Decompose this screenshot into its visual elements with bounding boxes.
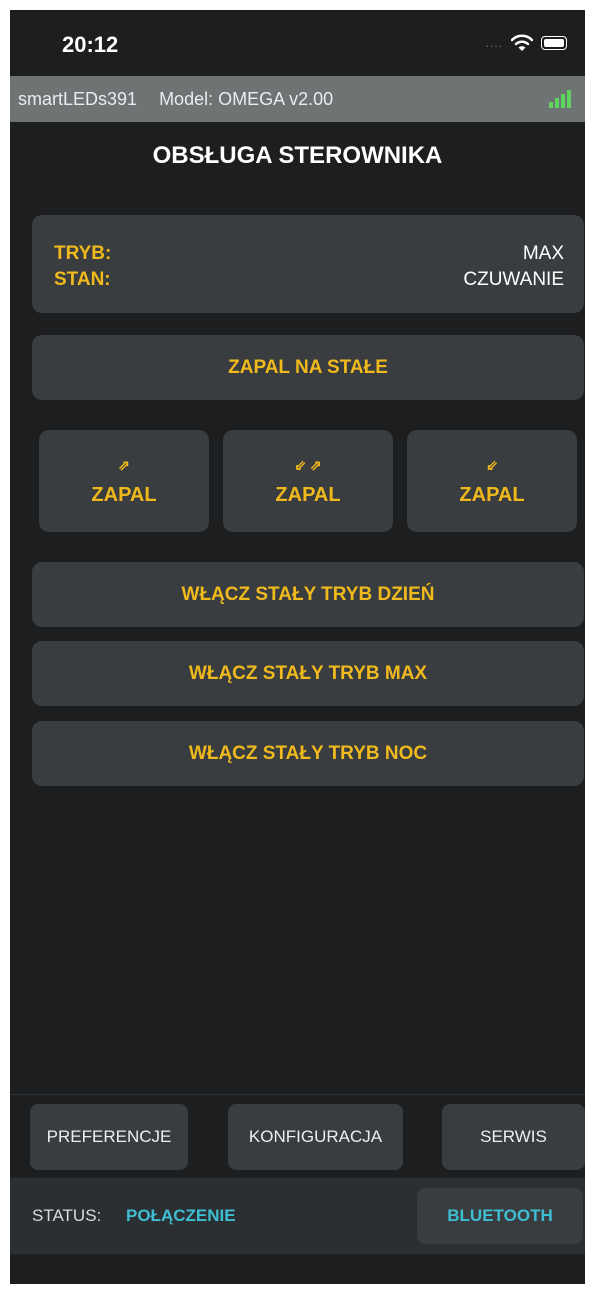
arrow-both-icon: ⇙ ⇗ (294, 456, 322, 473)
tab-konfiguracja[interactable]: KONFIGURACJA (228, 1104, 403, 1170)
status-footer: STATUS: POŁĄCZENIE BLUETOOTH (10, 1178, 585, 1254)
tryb-row: TRYB: MAX (54, 243, 564, 265)
tab-serwis-label: SERWIS (480, 1127, 547, 1146)
signal-bars-icon (549, 90, 571, 108)
system-icons: .... (486, 34, 567, 52)
bluetooth-button[interactable]: BLUETOOTH (417, 1188, 583, 1244)
zapal-both-label: ZAPAL (275, 483, 341, 506)
arrow-down-left-icon: ⇙ (486, 456, 498, 473)
page-title: OBSŁUGA STEROWNIKA (152, 142, 443, 169)
wifi-icon (511, 34, 533, 51)
zapal-up-button[interactable]: ⇗ ZAPAL (39, 430, 209, 532)
device-name: smartLEDs391 (18, 88, 138, 109)
tryb-label: TRYB: (54, 243, 112, 264)
zapal-down-button[interactable]: ⇙ ZAPAL (407, 430, 577, 532)
clock: 20:12 (62, 32, 119, 57)
zapal-down-label: ZAPAL (459, 483, 525, 506)
cellular-dots: .... (485, 36, 503, 50)
tryb-noc-label: WŁĄCZ STAŁY TRYB NOC (188, 742, 428, 764)
stan-row: STAN: CZUWANIE (54, 269, 564, 291)
tab-preferencje[interactable]: PREFERENCJE (30, 1104, 188, 1170)
tab-preferencje-label: PREFERENCJE (46, 1127, 172, 1146)
zapal-na-stale-button[interactable]: ZAPAL NA STAŁE (32, 335, 584, 400)
divider (10, 1094, 585, 1095)
tryb-dzien-label: WŁĄCZ STAŁY TRYB DZIEŃ (181, 583, 435, 605)
status-value: POŁĄCZENIE (126, 1206, 236, 1225)
device-model: Model: OMEGA v2.00 (159, 88, 334, 109)
zapal-up-label: ZAPAL (91, 483, 157, 506)
stan-label: STAN: (54, 269, 111, 290)
device-bar: smartLEDs391 Model: OMEGA v2.00 (10, 76, 585, 122)
stan-value: CZUWANIE (463, 269, 564, 290)
tryb-max-label: WŁĄCZ STAŁY TRYB MAX (188, 662, 428, 684)
tab-serwis[interactable]: SERWIS (442, 1104, 585, 1170)
battery-icon (541, 36, 567, 50)
app-screen: 20:12 .... smartLEDs391 Model: OMEGA v2.… (10, 10, 585, 1284)
tryb-value: MAX (522, 243, 564, 264)
bluetooth-label: BLUETOOTH (447, 1206, 553, 1225)
tryb-noc-button[interactable]: WŁĄCZ STAŁY TRYB NOC (32, 721, 584, 786)
status-card: TRYB: MAX STAN: CZUWANIE (32, 215, 584, 313)
tab-konfiguracja-label: KONFIGURACJA (248, 1127, 383, 1146)
tryb-max-button[interactable]: WŁĄCZ STAŁY TRYB MAX (32, 641, 584, 706)
arrow-up-right-icon: ⇗ (118, 456, 130, 473)
zapal-both-button[interactable]: ⇙ ⇗ ZAPAL (223, 430, 393, 532)
zapal-na-stale-label: ZAPAL NA STAŁE (228, 356, 388, 378)
status-label: STATUS: (32, 1206, 102, 1225)
tryb-dzien-button[interactable]: WŁĄCZ STAŁY TRYB DZIEŃ (32, 562, 584, 627)
status-bar: 20:12 .... (10, 10, 585, 76)
